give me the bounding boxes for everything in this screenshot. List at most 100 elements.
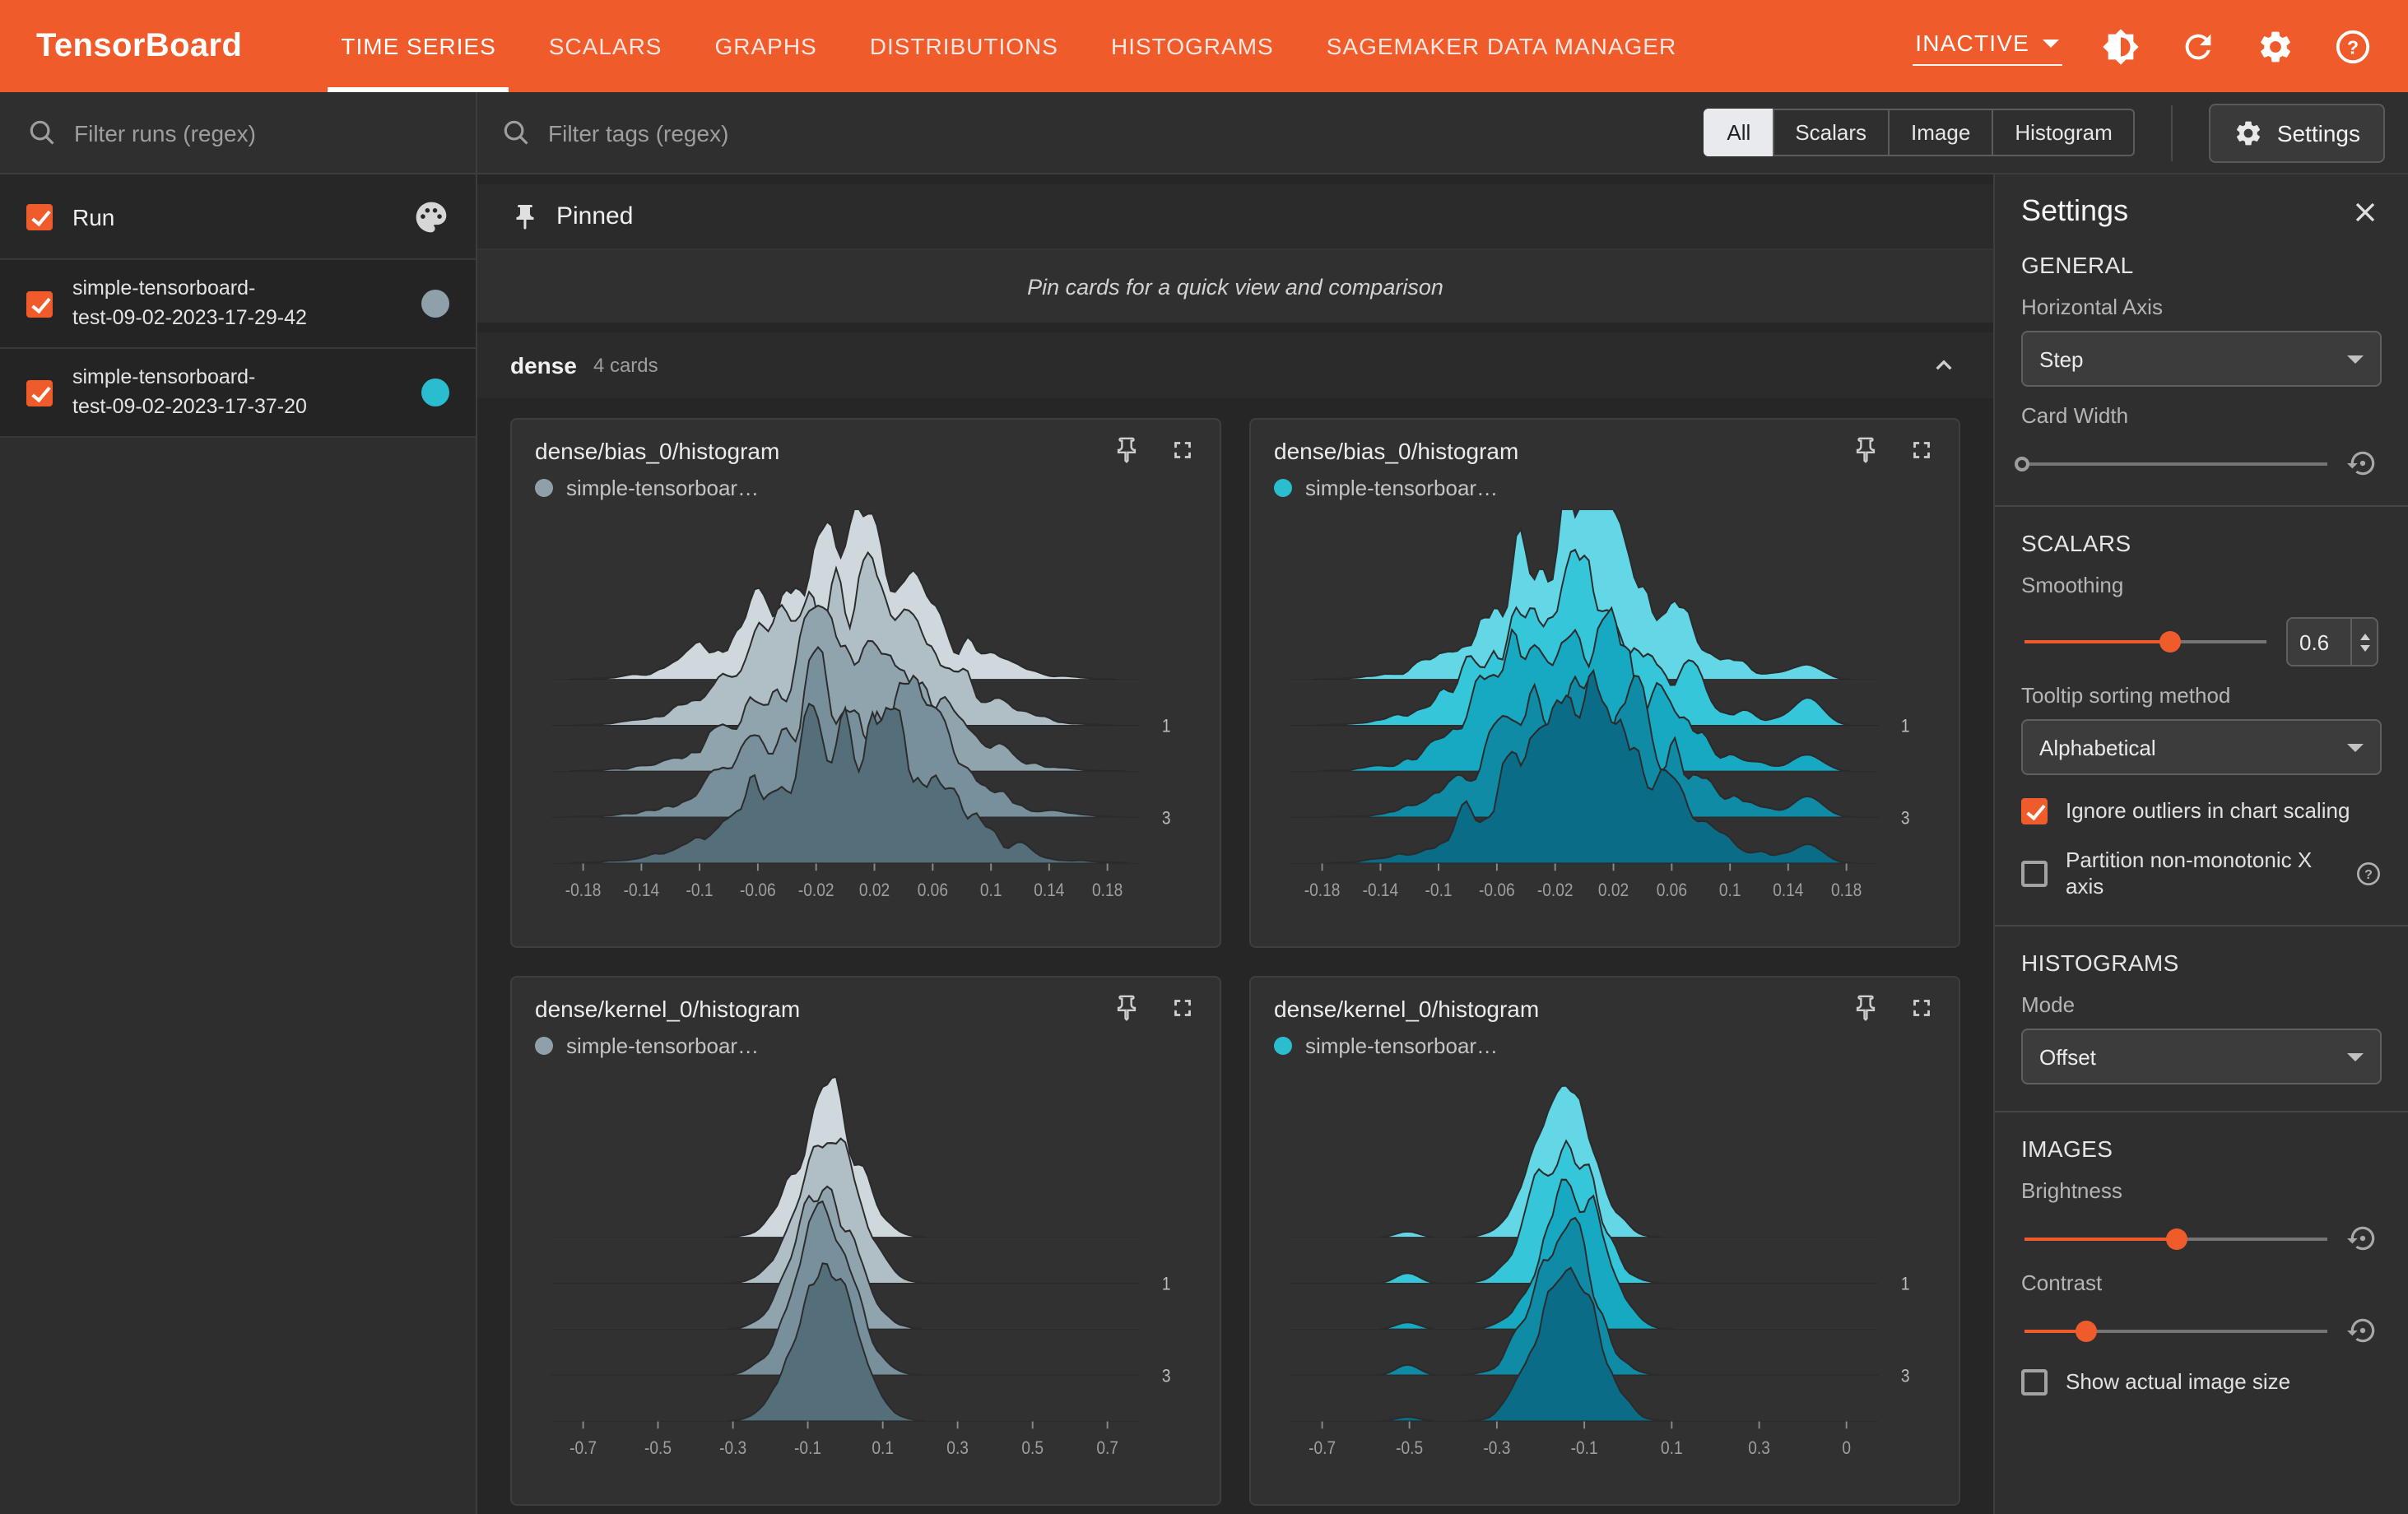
svg-text:-0.7: -0.7 — [569, 1438, 597, 1458]
svg-text:0.7: 0.7 — [1096, 1438, 1118, 1458]
dashboard-content: Pinned Pin cards for a quick view and co… — [477, 174, 1993, 1514]
reset-icon[interactable] — [2347, 448, 2378, 479]
reset-icon[interactable] — [2347, 1315, 2378, 1346]
pin-card-icon[interactable] — [1852, 436, 1880, 464]
tooltip-sorting-select[interactable]: Alphabetical — [2021, 719, 2382, 775]
partition-x-axis-checkbox[interactable]: Partition non-monotonic X axis — [2021, 848, 2382, 899]
svg-text:-0.14: -0.14 — [624, 880, 660, 900]
pin-card-icon[interactable] — [1113, 994, 1141, 1022]
tab-distributions[interactable]: DISTRIBUTIONS — [844, 0, 1085, 92]
tab-scalars[interactable]: SCALARS — [523, 0, 689, 92]
chip-image[interactable]: Image — [1888, 109, 1994, 156]
tab-time-series[interactable]: TIME SERIES — [314, 0, 522, 92]
fullscreen-icon[interactable] — [1169, 436, 1197, 464]
tab-sagemaker-data-manager[interactable]: SAGEMAKER DATA MANAGER — [1300, 0, 1704, 92]
refresh-icon[interactable] — [2179, 27, 2217, 65]
svg-text:0.06: 0.06 — [1657, 880, 1687, 900]
run-color-dot — [421, 290, 449, 318]
close-icon[interactable] — [2349, 195, 2382, 228]
svg-text:-0.14: -0.14 — [1363, 880, 1399, 900]
checkbox — [2021, 798, 2048, 824]
run-color-dot — [1274, 1037, 1292, 1055]
runs-sidebar: Run simple-tensorboard-test-09-02-2023-1… — [0, 92, 477, 1514]
card-title: dense/kernel_0/histogram — [1274, 995, 1540, 1021]
filter-runs-input[interactable] — [74, 119, 449, 146]
legend-run-label: simple-tensorboar… — [1305, 1033, 1499, 1058]
pin-icon — [510, 202, 540, 231]
spinner-icon[interactable] — [2350, 619, 2377, 665]
tooltip-sorting-label: Tooltip sorting method — [2021, 683, 2231, 708]
svg-text:0.14: 0.14 — [1773, 880, 1803, 900]
run-checkbox[interactable] — [26, 379, 53, 406]
show-actual-size-checkbox[interactable]: Show actual image size — [2021, 1369, 2382, 1396]
tag-type-filter: All Scalars Image Histogram — [1704, 109, 2136, 156]
palette-icon[interactable] — [413, 198, 449, 235]
smoothing-input[interactable]: 0.6 — [2286, 617, 2378, 666]
fullscreen-icon[interactable] — [1908, 436, 1936, 464]
theme-brightness-icon[interactable] — [2102, 27, 2140, 65]
tab-graphs[interactable]: GRAPHS — [688, 0, 843, 92]
svg-text:-0.1: -0.1 — [1425, 880, 1453, 900]
gear-icon — [2234, 118, 2264, 147]
chip-all[interactable]: All — [1704, 109, 1774, 156]
svg-text:-0.5: -0.5 — [1396, 1438, 1423, 1458]
main-nav: TIME SERIES SCALARS GRAPHS DISTRIBUTIONS… — [314, 0, 1703, 92]
fullscreen-icon[interactable] — [1169, 994, 1197, 1022]
svg-text:3: 3 — [1162, 808, 1171, 828]
horizontal-axis-select[interactable]: Step — [2021, 331, 2382, 387]
svg-text:-0.02: -0.02 — [1537, 880, 1574, 900]
run-item[interactable]: simple-tensorboard-test-09-02-2023-17-29… — [0, 260, 476, 349]
divider — [1995, 925, 2408, 927]
svg-text:-0.1: -0.1 — [794, 1438, 821, 1458]
svg-text:3: 3 — [1901, 808, 1910, 828]
run-color-dot — [535, 1037, 553, 1055]
brightness-slider[interactable] — [2024, 1227, 2327, 1250]
chip-histogram[interactable]: Histogram — [1992, 109, 2136, 156]
help-icon[interactable] — [2334, 27, 2372, 65]
gear-icon[interactable] — [2257, 27, 2294, 65]
svg-text:-0.5: -0.5 — [644, 1438, 672, 1458]
checkbox — [2021, 1369, 2048, 1396]
tab-histograms[interactable]: HISTOGRAMS — [1085, 0, 1300, 92]
app-logo: TensorBoard — [36, 27, 243, 63]
help-icon[interactable] — [2355, 860, 2382, 886]
reset-icon[interactable] — [2347, 1223, 2378, 1254]
select-all-runs-checkbox[interactable] — [26, 203, 53, 230]
reload-status-dropdown[interactable]: INACTIVE — [1912, 26, 2062, 66]
smoothing-slider[interactable] — [2024, 630, 2266, 653]
dense-section-header[interactable]: dense 4 cards — [477, 332, 1993, 398]
runs-header-row: Run — [0, 174, 476, 260]
fullscreen-icon[interactable] — [1908, 994, 1936, 1022]
svg-text:0.1: 0.1 — [980, 880, 1002, 900]
card-width-slider[interactable] — [2015, 452, 2327, 475]
checkbox — [2021, 860, 2048, 887]
histogram-mode-select[interactable]: Offset — [2021, 1029, 2382, 1085]
pin-card-icon[interactable] — [1113, 436, 1141, 464]
chip-scalars[interactable]: Scalars — [1772, 109, 1890, 156]
svg-text:0.5: 0.5 — [1021, 1438, 1044, 1458]
contrast-slider[interactable] — [2024, 1319, 2327, 1342]
svg-text:0.14: 0.14 — [1034, 880, 1064, 900]
run-checkbox[interactable] — [26, 290, 53, 317]
pin-card-icon[interactable] — [1852, 994, 1880, 1022]
run-name: simple-tensorboard-test-09-02-2023-17-29… — [72, 276, 307, 328]
scalars-section-label: SCALARS — [2021, 530, 2131, 556]
chevron-up-icon[interactable] — [1927, 349, 1960, 382]
svg-text:1: 1 — [1162, 1275, 1171, 1294]
filter-tags-input[interactable] — [548, 119, 1141, 146]
svg-text:3: 3 — [1162, 1366, 1171, 1386]
run-item[interactable]: simple-tensorboard-test-09-02-2023-17-37… — [0, 349, 476, 438]
divider — [1995, 1111, 2408, 1113]
runs-filter-row — [0, 92, 476, 174]
histograms-section-label: HISTOGRAMS — [2021, 950, 2179, 977]
run-color-dot — [535, 479, 553, 497]
ignore-outliers-checkbox[interactable]: Ignore outliers in chart scaling — [2021, 798, 2382, 824]
pinned-section-header: Pinned — [477, 184, 1993, 250]
svg-text:1: 1 — [1162, 717, 1171, 736]
settings-button[interactable]: Settings — [2209, 103, 2385, 162]
smoothing-label: Smoothing — [2021, 573, 2124, 597]
svg-text:0.02: 0.02 — [859, 880, 890, 900]
svg-text:-0.06: -0.06 — [740, 880, 776, 900]
horizontal-axis-label: Horizontal Axis — [2021, 295, 2163, 319]
svg-text:0: 0 — [1842, 1438, 1851, 1458]
